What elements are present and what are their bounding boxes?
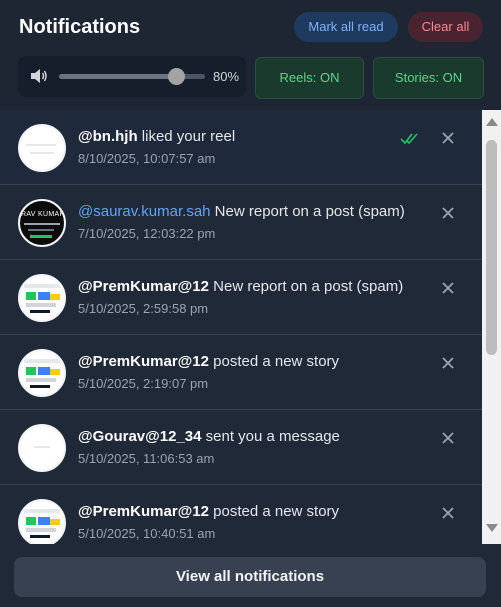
panel-title: Notifications [19,16,141,38]
notification-text: posted a new story [208,503,340,520]
notification-item[interactable]: RAV KUMAR @saurav.kumar.sah New report o… [0,185,482,260]
avatar [18,424,66,472]
notification-username[interactable]: @PremKumar@12 [78,503,209,520]
panel-footer: View all notifications [0,544,501,607]
dismiss-close-icon[interactable] [440,280,456,296]
scroll-down-arrow-icon[interactable] [486,524,498,532]
notification-timestamp: 5/10/2025, 2:59:58 pm [78,301,209,316]
notification-text: liked your reel [137,128,236,145]
notification-username[interactable]: @bn.hjh [78,128,138,145]
dismiss-close-icon[interactable] [440,205,456,221]
notification-timestamp: 5/10/2025, 11:06:53 am [78,451,215,466]
notification-list[interactable]: @bn.hjh liked your reel 8/10/2025, 10:07… [0,110,482,544]
notification-message: @saurav.kumar.sah New report on a post (… [78,203,405,220]
mark-all-read-button[interactable]: Mark all read [294,12,398,42]
notification-timestamp: 5/10/2025, 10:40:51 am [78,526,216,541]
notification-timestamp: 7/10/2025, 12:03:22 pm [78,226,216,241]
notification-text: New report on a post (spam) [208,278,404,295]
notification-item[interactable]: @PremKumar@12 posted a new story 5/10/20… [0,485,482,544]
avatar [18,349,66,397]
panel-header: Notifications Mark all read Clear all 80… [0,0,501,110]
reels-toggle-button[interactable]: Reels: ON [255,57,364,99]
notification-username[interactable]: @saurav.kumar.sah [78,203,211,220]
notification-item[interactable]: @bn.hjh liked your reel 8/10/2025, 10:07… [0,110,482,185]
volume-slider[interactable] [59,68,205,85]
clear-all-button[interactable]: Clear all [408,12,483,42]
notification-message: @PremKumar@12 posted a new story [78,353,339,370]
notification-timestamp: 5/10/2025, 2:19:07 pm [78,376,209,391]
notification-username[interactable]: @PremKumar@12 [78,353,209,370]
dismiss-close-icon[interactable] [440,430,456,446]
notification-text: posted a new story [208,353,340,370]
double-check-icon[interactable] [400,131,420,145]
notification-message: @PremKumar@12 New report on a post (spam… [78,278,403,295]
stories-toggle-button[interactable]: Stories: ON [373,57,484,99]
scrollbar[interactable] [482,110,501,544]
notification-message: @Gourav@12_34 sent you a message [78,428,340,445]
volume-control: 80% [18,56,246,97]
volume-slider-thumb[interactable] [167,68,185,85]
notification-item[interactable]: @PremKumar@12 New report on a post (spam… [0,260,482,335]
notification-text: sent you a message [201,428,340,445]
volume-slider-fill [59,74,176,79]
notification-item[interactable]: @PremKumar@12 posted a new story 5/10/20… [0,335,482,410]
notification-username[interactable]: @Gourav@12_34 [78,428,201,445]
notification-timestamp: 8/10/2025, 10:07:57 am [78,151,216,166]
dismiss-close-icon[interactable] [440,130,456,146]
view-all-notifications-button[interactable]: View all notifications [14,557,486,597]
avatar-image-text: RAV KUMAR [21,211,65,218]
scroll-up-arrow-icon[interactable] [486,118,498,126]
avatar [18,499,66,544]
avatar [18,274,66,322]
notification-message: @PremKumar@12 posted a new story [78,503,339,520]
notification-message: @bn.hjh liked your reel [78,128,235,145]
avatar: RAV KUMAR [18,199,66,247]
notification-username[interactable]: @PremKumar@12 [78,278,209,295]
speaker-icon[interactable] [30,68,48,84]
dismiss-close-icon[interactable] [440,355,456,371]
scrollbar-thumb[interactable] [486,140,497,355]
notifications-panel: Notifications Mark all read Clear all 80… [0,0,501,607]
notification-item[interactable]: @Gourav@12_34 sent you a message 5/10/20… [0,410,482,485]
avatar [18,124,66,172]
volume-value: 80% [213,69,240,84]
notification-text: New report on a post (spam) [210,203,405,220]
dismiss-close-icon[interactable] [440,505,456,521]
